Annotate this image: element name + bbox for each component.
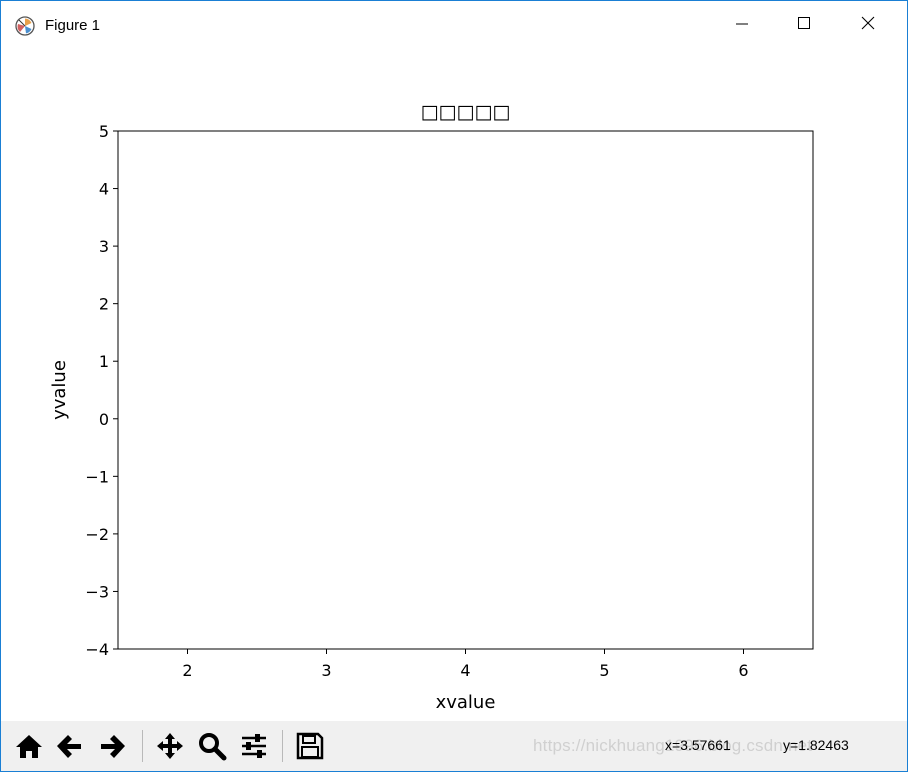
y-tick-label: 2: [99, 295, 109, 314]
home-icon: [16, 735, 42, 758]
title-bar[interactable]: Figure 1: [1, 1, 907, 45]
zoom-button[interactable]: [194, 728, 230, 764]
back-button[interactable]: [51, 728, 87, 764]
x-tick-label: 6: [738, 661, 748, 680]
minimize-button[interactable]: [711, 1, 773, 45]
axes-frame: [117, 130, 814, 650]
y-axis-label: yvalue: [49, 360, 70, 420]
y-tick-label: −2: [85, 525, 109, 544]
chart-svg: 2 3 4 5 6 5 4 3 2 1 0 −1 −2 −3 −4 □□□□□ xvalue yvalue: [49, 101, 814, 713]
pan-button[interactable]: [152, 728, 188, 764]
y-tick-label: 5: [99, 122, 109, 141]
y-tick-label: −1: [85, 467, 109, 486]
x-tick-label: 5: [599, 661, 609, 680]
x-tick-label: 3: [321, 661, 331, 680]
x-axis-label: xvalue: [436, 692, 496, 713]
figure-window: Figure 1 2 3 4 5 6 5 4 3 2 1 0 −1 −2 −3 −4 □□□□□ xvalue y…: [0, 0, 908, 772]
cursor-y-readout: y=1.82463: [783, 737, 849, 753]
x-tick-label: 4: [460, 661, 470, 680]
toolbar-separator: [282, 730, 283, 762]
zoom-icon: [199, 733, 227, 761]
plot-canvas[interactable]: 2 3 4 5 6 5 4 3 2 1 0 −1 −2 −3 −4 □□□□□ xvalue yvalue: [1, 45, 907, 721]
save-icon: [296, 732, 324, 760]
forward-button[interactable]: [95, 728, 131, 764]
y-tick-label: 4: [99, 180, 109, 199]
chart-title: □□□□□: [421, 101, 511, 123]
y-tick-label: 0: [99, 410, 109, 429]
maximize-icon: [798, 17, 810, 29]
save-button[interactable]: [292, 728, 328, 764]
x-tick-label: 2: [182, 661, 192, 680]
toolbar-separator: [142, 730, 143, 762]
close-button[interactable]: [837, 1, 899, 45]
cursor-x-readout: x=3.57661: [665, 737, 731, 753]
configure-subplots-button[interactable]: [236, 728, 272, 764]
y-tick-label: 3: [99, 237, 109, 256]
y-tick-label: 1: [99, 352, 109, 371]
window-title: Figure 1: [45, 17, 101, 34]
y-tick-label: −4: [85, 640, 109, 659]
close-icon: [861, 16, 875, 30]
minimize-icon: [736, 23, 748, 25]
home-button[interactable]: [11, 728, 47, 764]
forward-icon: [101, 735, 125, 758]
matplotlib-icon: [15, 16, 35, 36]
y-tick-label: −3: [85, 582, 109, 601]
configure-subplots-icon: [242, 734, 266, 758]
back-icon: [57, 735, 81, 758]
maximize-button[interactable]: [773, 1, 835, 45]
pan-icon: [157, 733, 183, 759]
navigation-toolbar: https://nickhuang1996.blog.csdn.net x=3.…: [1, 721, 907, 771]
